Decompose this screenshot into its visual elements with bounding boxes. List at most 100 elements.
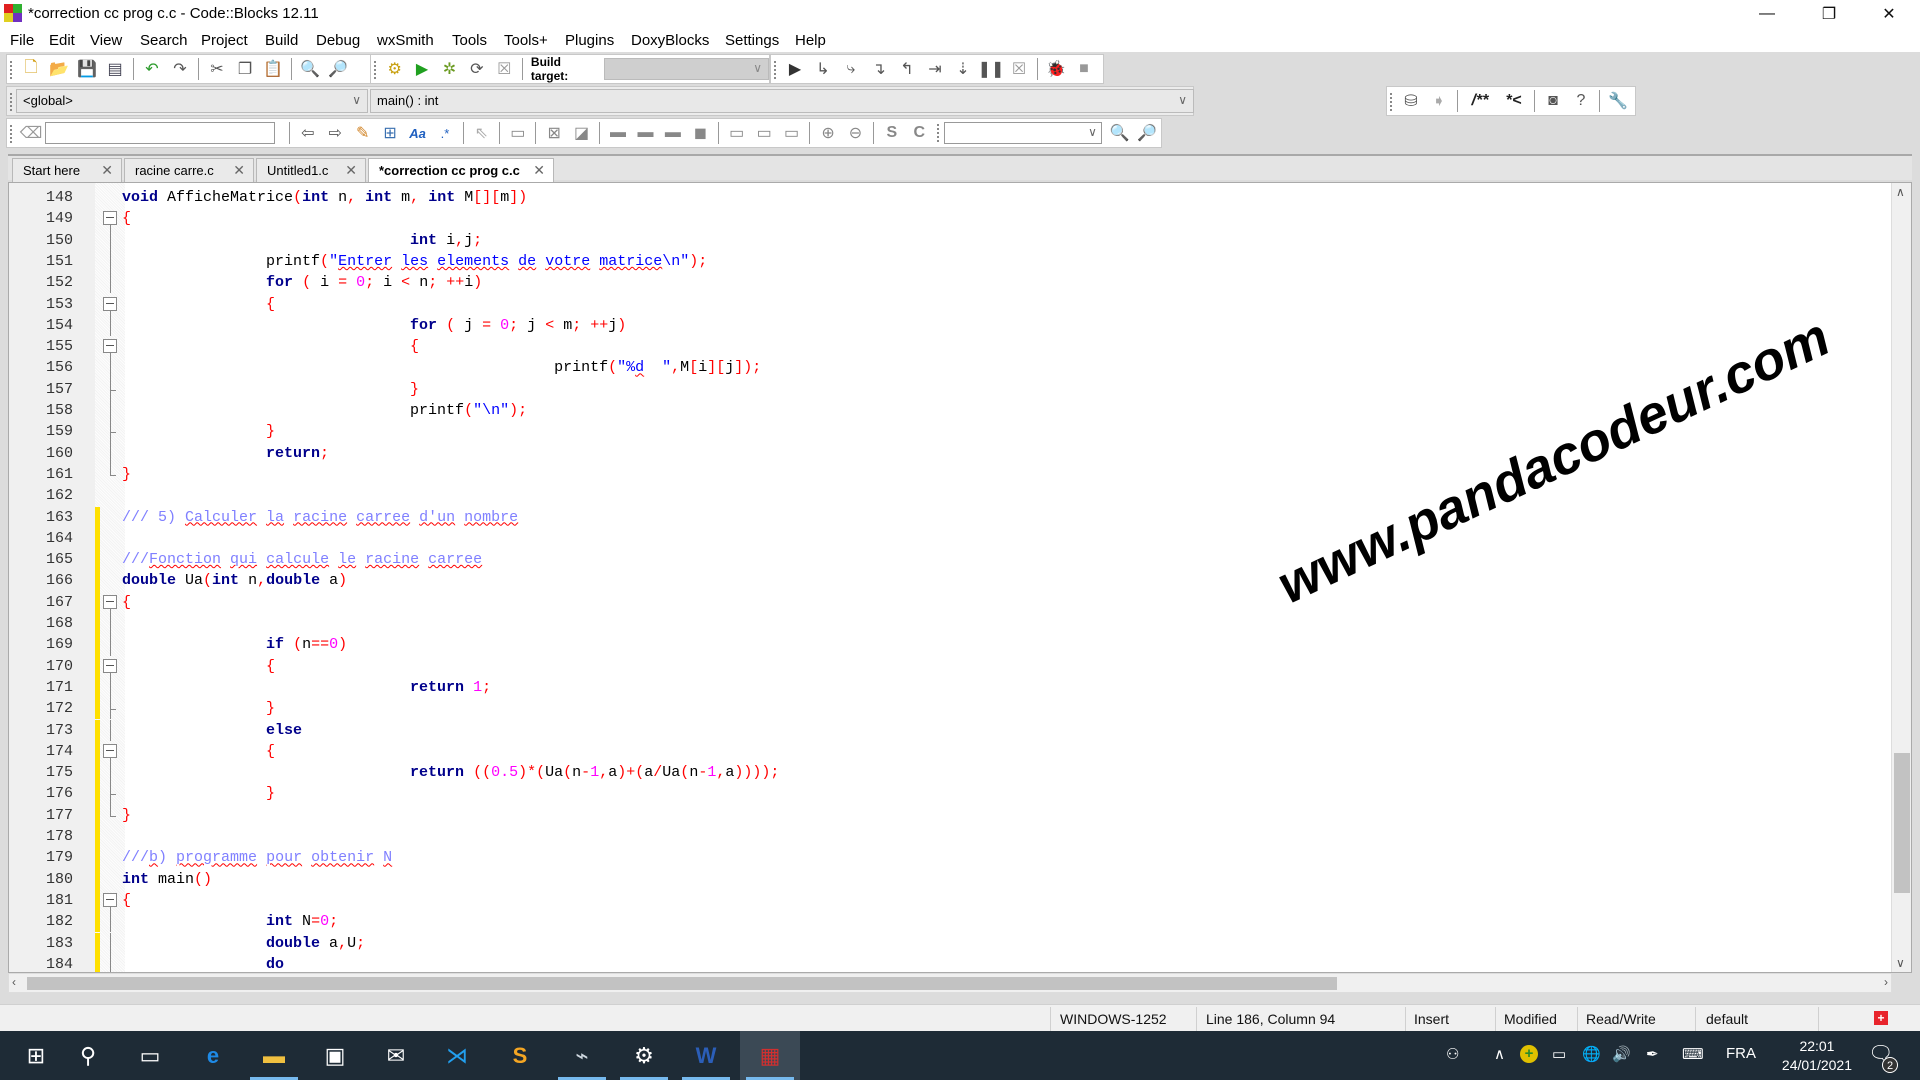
function-combo[interactable]: main() : int ∨ [370, 89, 1194, 113]
menu-tools[interactable]: Tools [452, 32, 487, 49]
stop-debug-icon[interactable]: ☒ [1008, 58, 1030, 80]
network-globe-icon[interactable]: 🌐 [1582, 1045, 1601, 1063]
code-line[interactable]: 184 do [9, 953, 1911, 972]
regex-icon[interactable]: .* [434, 122, 455, 144]
various-info-icon[interactable]: ■ [1073, 58, 1095, 80]
find-in-files-icon[interactable]: 🔍 [1109, 122, 1130, 144]
taskbar-start-icon[interactable]: ⊞ [6, 1031, 66, 1080]
branch-tool-icon[interactable]: ▬ [662, 122, 683, 144]
menu-settings[interactable]: Settings [725, 32, 779, 49]
code-line[interactable]: 180 int main() [9, 868, 1911, 890]
toolbar-grip[interactable] [937, 124, 940, 142]
run-to-cursor-icon[interactable]: ↳ [812, 58, 834, 80]
step-out-icon[interactable]: ↰ [896, 58, 918, 80]
code-line[interactable]: 181 { [9, 889, 1911, 912]
code-line[interactable]: 182 int N=0; [9, 911, 1911, 933]
code-line[interactable]: 156 printf("%d ",M[i][j]); [9, 357, 1911, 379]
menu-file[interactable]: File [10, 32, 34, 49]
taskbar-codeblocks-icon[interactable]: ▦ [740, 1031, 800, 1080]
menu-doxyblocks[interactable]: DoxyBlocks [631, 32, 709, 49]
next-line-icon[interactable]: ⤷ [840, 58, 862, 80]
decision-tool-icon[interactable]: ⊠ [543, 122, 564, 144]
redo-icon[interactable]: ↷ [169, 58, 191, 80]
taskbar-edge-icon[interactable]: e [183, 1031, 243, 1080]
menu-plugins[interactable]: Plugins [565, 32, 614, 49]
fold-collapse-icon[interactable] [103, 211, 117, 226]
code-line[interactable]: 151 printf("Entrer les elements de votre… [9, 250, 1911, 273]
battery-icon[interactable]: ▭ [1552, 1045, 1566, 1063]
taskbar-task-view-icon[interactable]: ▭ [120, 1031, 180, 1080]
horizontal-scrollbar[interactable]: ‹ › [8, 973, 1892, 993]
pen-icon[interactable]: ✒ [1646, 1045, 1659, 1063]
search-combo[interactable]: ∨ [943, 122, 1102, 144]
close-button[interactable]: ✕ [1866, 0, 1912, 28]
minimize-button[interactable]: — [1744, 0, 1790, 28]
code-line[interactable]: 169 if (n==0) [9, 634, 1911, 656]
zoom-out-icon[interactable]: ⊖ [845, 122, 866, 144]
vertical-scrollbar[interactable]: ∧ ∨ [1891, 183, 1911, 972]
run-icon[interactable]: ▶ [411, 58, 432, 80]
fold-collapse-icon[interactable] [103, 658, 117, 673]
menu-help[interactable]: Help [795, 32, 826, 49]
save-all-icon[interactable]: ▤ [104, 58, 126, 80]
loop-tool-icon[interactable]: ▬ [635, 122, 656, 144]
taskbar-sublime-text-icon[interactable]: S [490, 1031, 550, 1080]
scroll-left-icon[interactable]: ‹ [12, 975, 16, 989]
taskbar-mail-icon[interactable]: ✉ [366, 1031, 426, 1080]
toolbar-grip[interactable] [10, 61, 13, 79]
instruction-tool-icon[interactable]: ▬ [607, 122, 628, 144]
line-comment-button[interactable]: *< [1501, 90, 1527, 112]
extract-docs-icon[interactable]: ➧ [1428, 90, 1450, 112]
toolbar-grip[interactable] [10, 93, 13, 111]
step-into-icon[interactable]: ↴ [868, 58, 890, 80]
close-icon[interactable]: ✕ [101, 162, 113, 179]
code-line[interactable]: 170 { [9, 655, 1911, 678]
taskbar-word-icon[interactable]: W [676, 1031, 736, 1080]
save-icon[interactable]: 💾 [76, 58, 98, 80]
debug-windows-icon[interactable]: 🐞 [1045, 58, 1067, 80]
build-gear-icon[interactable]: ⚙ [384, 58, 405, 80]
menu-edit[interactable]: Edit [49, 32, 75, 49]
toolbar-grip[interactable] [10, 125, 13, 143]
vertical-scroll-thumb[interactable] [1894, 753, 1910, 893]
scope-combo[interactable]: <global> ∨ [16, 89, 368, 113]
next-instruction-icon[interactable]: ⇥ [924, 58, 946, 80]
code-line[interactable]: 172 } [9, 698, 1911, 720]
taskbar-vscode-icon[interactable]: ⋊ [427, 1031, 487, 1080]
menu-build[interactable]: Build [265, 32, 298, 49]
code-line[interactable]: 153 { [9, 294, 1911, 316]
code-line[interactable]: 152 for ( i = 0; i < n; ++i) [9, 272, 1911, 294]
build-target-select[interactable]: ∨ [603, 58, 769, 80]
touch-keyboard-icon[interactable]: ⌨ [1682, 1045, 1704, 1063]
fold-collapse-icon[interactable] [103, 594, 117, 609]
code-line[interactable]: 171 return 1; [9, 676, 1911, 699]
copy-icon[interactable]: ❐ [234, 58, 256, 80]
taskbar-store-icon[interactable]: ▣ [305, 1031, 365, 1080]
open-file-icon[interactable]: 📂 [48, 58, 70, 80]
search-go-icon[interactable]: 🔎 [1136, 122, 1157, 144]
scroll-up-icon[interactable]: ∧ [1896, 185, 1905, 199]
highlight-icon[interactable]: ✎ [352, 122, 373, 144]
taskbar-search-icon[interactable]: ⚲ [58, 1031, 118, 1080]
debug-start-icon[interactable]: ▶ [784, 58, 806, 80]
code-line[interactable]: 183 double a,U; [9, 932, 1911, 954]
toolbar-grip[interactable] [774, 61, 777, 79]
code-line[interactable]: 166 double Ua(int n,double a) [9, 570, 1911, 592]
code-line[interactable]: 149 { [9, 208, 1911, 231]
menu-project[interactable]: Project [201, 32, 248, 49]
block-tool-icon[interactable]: ◼ [690, 122, 711, 144]
volume-icon[interactable]: 🔊 [1612, 1045, 1631, 1063]
menu-debug[interactable]: Debug [316, 32, 360, 49]
code-line[interactable]: 163 /// 5) Calculer la racine carree d'un… [9, 506, 1911, 528]
code-line[interactable]: 177} [9, 804, 1911, 826]
fold-collapse-icon[interactable] [103, 339, 117, 354]
update-badge-icon[interactable]: + [1520, 1045, 1538, 1063]
scroll-right-icon[interactable]: › [1884, 975, 1888, 989]
code-line[interactable]: 162 [9, 485, 1911, 506]
code-line[interactable]: 179 ///b) programme pour obtenir N [9, 847, 1911, 869]
build-and-run-icon[interactable]: ✲ [439, 58, 460, 80]
tab-correction-cc-prog[interactable]: *correction cc prog c.c ✕ [368, 158, 554, 182]
while-tool-icon[interactable]: ▭ [726, 122, 747, 144]
paste-icon[interactable]: 📋 [262, 58, 284, 80]
clock[interactable]: 22:01 24/01/2021 [1782, 1037, 1852, 1075]
